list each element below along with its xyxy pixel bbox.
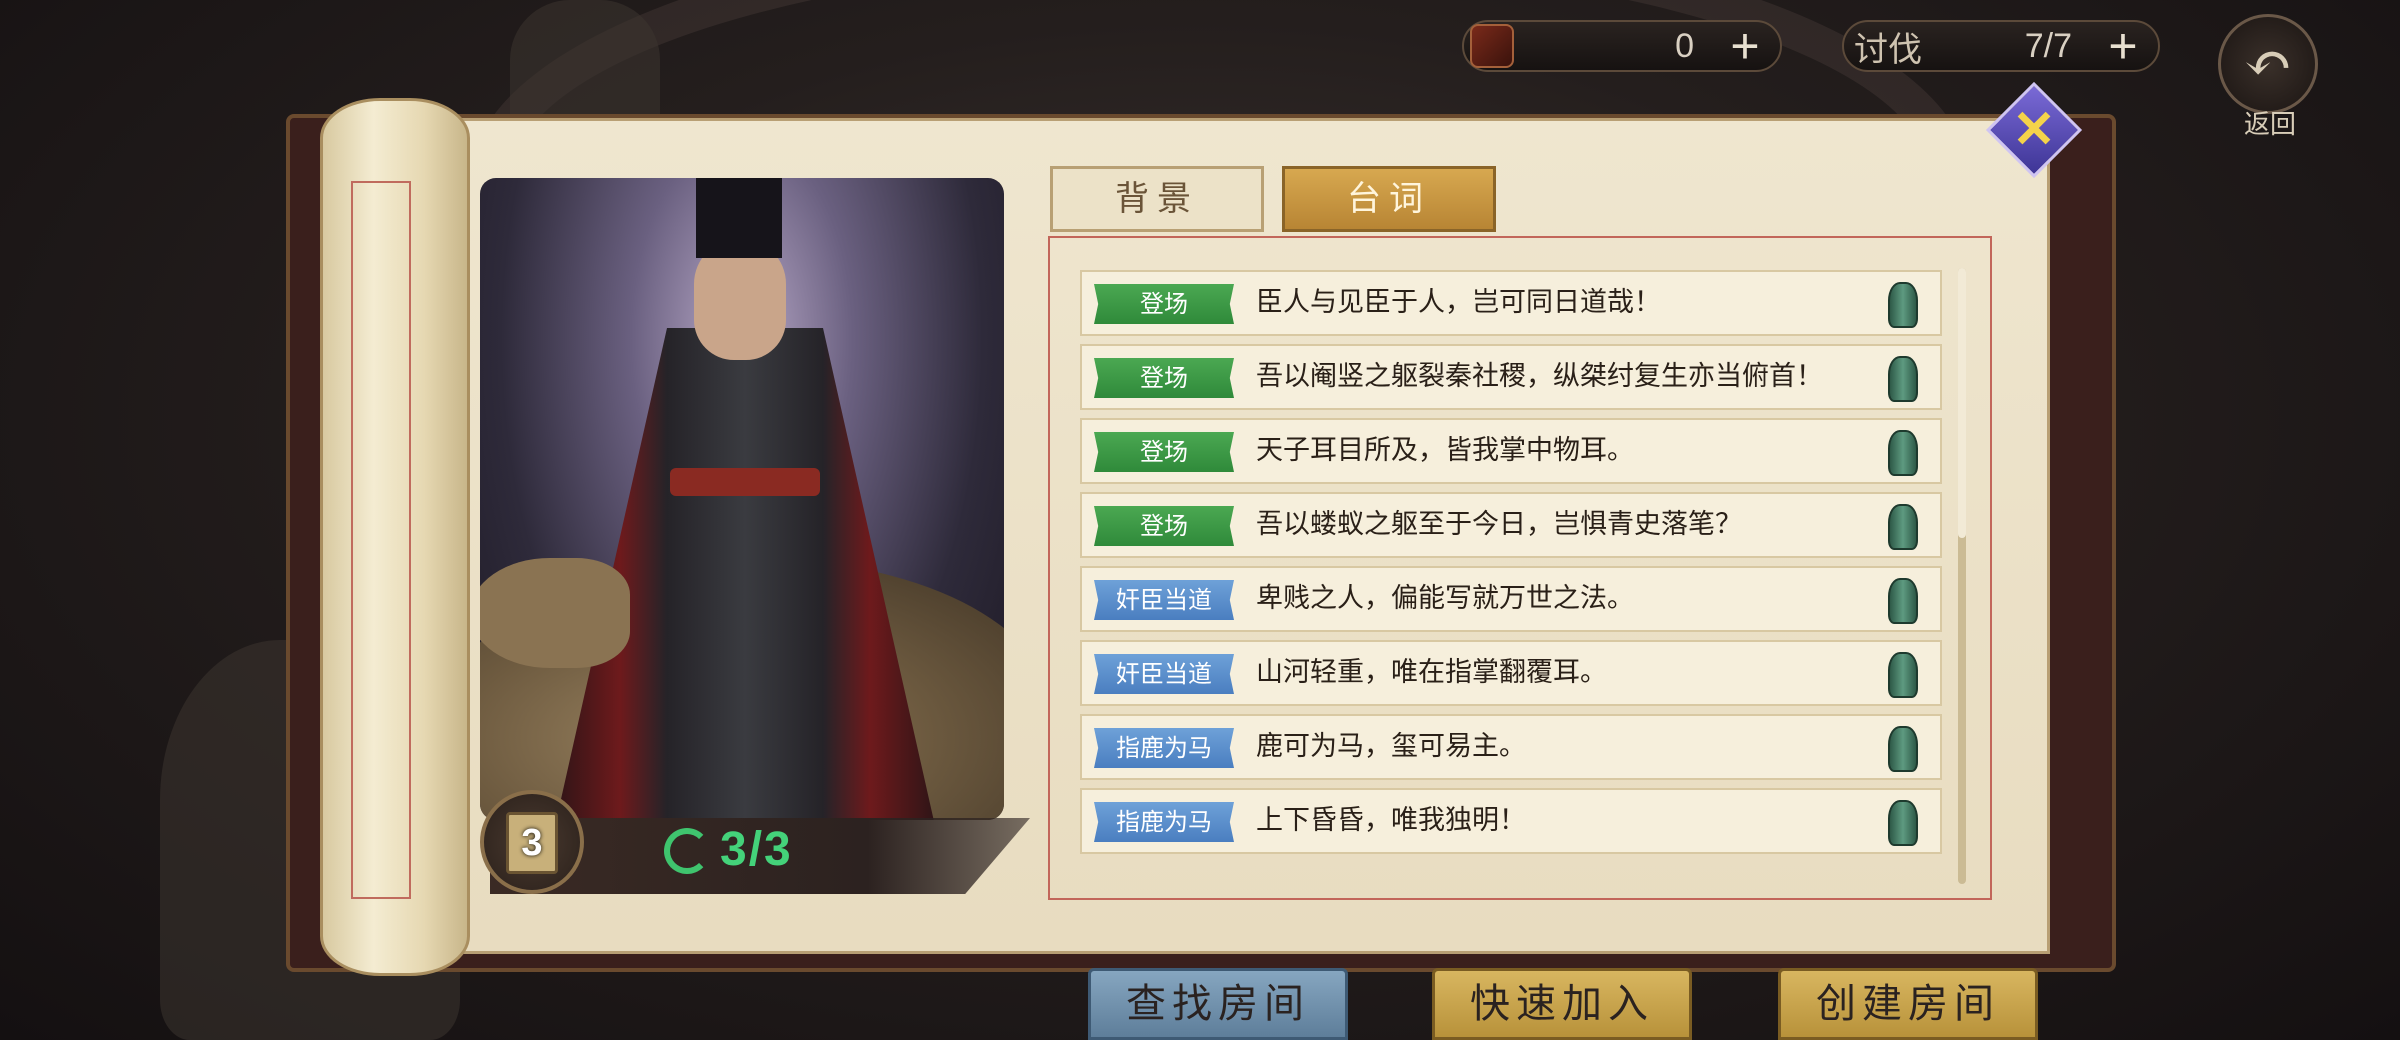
find-room-button[interactable]: 查找房间 bbox=[1088, 968, 1348, 1040]
dialogue-row[interactable]: 登场 吾以阉竖之躯裂秦社稷，纵桀纣复生亦当俯首！ bbox=[1080, 344, 1942, 410]
lines-scrollbar[interactable] bbox=[1958, 268, 1966, 884]
deer-head-figure bbox=[480, 558, 630, 668]
dialogue-text: 卑贱之人，偏能写就万世之法。 bbox=[1256, 583, 1634, 614]
play-voice-bell-icon[interactable] bbox=[1888, 652, 1918, 698]
level-value: 3 bbox=[506, 812, 558, 874]
dialogue-tag: 登场 bbox=[1094, 358, 1234, 398]
dialogue-text: 上下昏昏，唯我独明！ bbox=[1256, 805, 1526, 836]
level-badge: 3 bbox=[480, 790, 584, 894]
hero-token-icon bbox=[1470, 24, 1514, 68]
play-voice-bell-icon[interactable] bbox=[1888, 578, 1918, 624]
crusade-counter: 讨伐 7/7 + bbox=[1842, 20, 2160, 72]
play-voice-bell-icon[interactable] bbox=[1888, 282, 1918, 328]
dialogue-row[interactable]: 登场 吾以蝼蚁之躯至于今日，岂惧青史落笔？ bbox=[1080, 492, 1942, 558]
add-crusade-button[interactable]: + bbox=[2098, 21, 2148, 71]
dialogue-tag: 指鹿为马 bbox=[1094, 728, 1234, 768]
back-label: 返回 bbox=[2243, 110, 2296, 140]
skin-count: 3/3 bbox=[720, 823, 793, 876]
back-button[interactable]: ↶ 返回 bbox=[2218, 14, 2322, 140]
dialogue-row[interactable]: 登场 臣人与见臣于人，岂可同日道哉！ bbox=[1080, 270, 1942, 336]
play-voice-bell-icon[interactable] bbox=[1888, 504, 1918, 550]
tab-background[interactable]: 背景 bbox=[1050, 166, 1264, 232]
resource-counter: 0 + bbox=[1462, 20, 1782, 72]
dialogue-text: 吾以阉竖之躯裂秦社稷，纵桀纣复生亦当俯首！ bbox=[1256, 361, 1823, 392]
crusade-value: 7/7 bbox=[2024, 26, 2072, 65]
dialogue-tag: 登场 bbox=[1094, 284, 1234, 324]
hat-figure bbox=[696, 178, 782, 258]
close-icon[interactable]: ✕ bbox=[2012, 100, 2056, 159]
lines-scrollbar-thumb[interactable] bbox=[1958, 268, 1966, 538]
resource-value: 0 bbox=[1675, 26, 1694, 65]
lines-list: 登场 臣人与见臣于人，岂可同日道哉！ 登场 吾以阉竖之躯裂秦社稷，纵桀纣复生亦当俯首！… bbox=[1080, 270, 1942, 888]
scroll-roll bbox=[320, 98, 470, 976]
play-voice-bell-icon[interactable] bbox=[1888, 430, 1918, 476]
dialogue-text: 天子耳目所及，皆我掌中物耳。 bbox=[1256, 435, 1634, 466]
crusade-label: 讨伐 bbox=[1854, 29, 1922, 70]
play-voice-bell-icon[interactable] bbox=[1888, 800, 1918, 846]
create-room-button[interactable]: 创建房间 bbox=[1778, 968, 2038, 1040]
play-voice-bell-icon[interactable] bbox=[1888, 726, 1918, 772]
dialogue-tag: 奸臣当道 bbox=[1094, 580, 1234, 620]
dialogue-row[interactable]: 指鹿为马 鹿可为马，玺可易主。 bbox=[1080, 714, 1942, 780]
dialogue-row[interactable]: 奸臣当道 山河轻重，唯在指掌翻覆耳。 bbox=[1080, 640, 1942, 706]
back-arrow-icon: ↶ bbox=[2218, 14, 2318, 114]
dialogue-tag: 指鹿为马 bbox=[1094, 802, 1234, 842]
dialogue-row[interactable]: 登场 天子耳目所及，皆我掌中物耳。 bbox=[1080, 418, 1942, 484]
play-voice-bell-icon[interactable] bbox=[1888, 356, 1918, 402]
dialogue-text: 山河轻重，唯在指掌翻覆耳。 bbox=[1256, 657, 1607, 688]
general-portrait bbox=[480, 178, 1004, 820]
quick-join-button[interactable]: 快速加入 bbox=[1432, 968, 1692, 1040]
add-resource-button[interactable]: + bbox=[1720, 21, 1770, 71]
dialogue-tag: 登场 bbox=[1094, 506, 1234, 546]
tab-lines[interactable]: 台词 bbox=[1282, 166, 1496, 232]
skin-icon bbox=[664, 828, 710, 874]
dialogue-row[interactable]: 奸臣当道 卑贱之人，偏能写就万世之法。 bbox=[1080, 566, 1942, 632]
dialogue-row[interactable]: 指鹿为马 上下昏昏，唯我独明！ bbox=[1080, 788, 1942, 854]
belt-figure bbox=[670, 468, 820, 496]
dialogue-text: 吾以蝼蚁之躯至于今日，岂惧青史落笔？ bbox=[1256, 509, 1742, 540]
dialogue-tag: 奸臣当道 bbox=[1094, 654, 1234, 694]
dialogue-text: 鹿可为马，玺可易主。 bbox=[1256, 731, 1526, 762]
dialogue-text: 臣人与见臣于人，岂可同日道哉！ bbox=[1256, 287, 1661, 318]
dialogue-tag: 登场 bbox=[1094, 432, 1234, 472]
